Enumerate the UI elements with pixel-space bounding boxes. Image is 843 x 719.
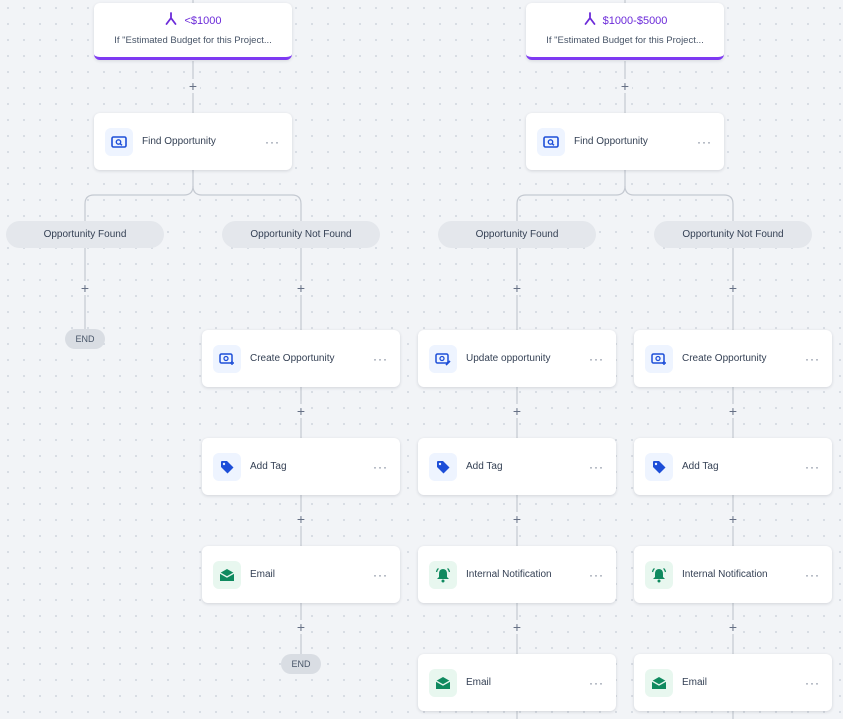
condition-opportunity-not-found[interactable]: Opportunity Not Found <box>222 221 380 248</box>
add-tag-node[interactable]: Add Tag ··· <box>634 438 832 495</box>
end-marker: END <box>65 329 105 349</box>
end-marker: END <box>281 654 321 674</box>
more-options-icon[interactable]: ··· <box>589 460 604 474</box>
branch-node-1000-5000[interactable]: $1000-$5000 If "Estimated Budget for thi… <box>526 3 724 60</box>
add-step-button[interactable]: + <box>186 79 200 93</box>
email-icon <box>429 668 457 697</box>
add-step-button[interactable]: + <box>726 620 740 634</box>
more-options-icon[interactable]: ··· <box>373 460 388 474</box>
update-opportunity-node[interactable]: Update opportunity ··· <box>418 330 616 387</box>
node-label: Add Tag <box>682 461 719 472</box>
branch-node-under-1000[interactable]: <$1000 If "Estimated Budget for this Pro… <box>94 3 292 60</box>
create-opportunity-node[interactable]: Create Opportunity ··· <box>202 330 400 387</box>
more-options-icon[interactable]: ··· <box>373 352 388 366</box>
email-node[interactable]: Email ··· <box>634 654 832 711</box>
email-node[interactable]: Email ··· <box>202 546 400 603</box>
node-label: Internal Notification <box>466 569 552 580</box>
add-step-button[interactable]: + <box>726 281 740 295</box>
add-step-button[interactable]: + <box>726 512 740 526</box>
email-node[interactable]: Email ··· <box>418 654 616 711</box>
more-options-icon[interactable]: ··· <box>589 352 604 366</box>
more-options-icon[interactable]: ··· <box>805 352 820 366</box>
more-options-icon[interactable]: ··· <box>805 460 820 474</box>
add-step-button[interactable]: + <box>294 281 308 295</box>
tag-icon <box>213 452 241 481</box>
node-label: Email <box>250 569 276 580</box>
more-options-icon[interactable]: ··· <box>589 568 604 582</box>
node-label: Add Tag <box>466 461 503 472</box>
tag-icon <box>645 452 673 481</box>
node-label: Internal Notification <box>682 569 768 580</box>
more-options-icon[interactable]: ··· <box>805 676 820 690</box>
create-opportunity-icon <box>213 344 241 373</box>
internal-notification-node[interactable]: Internal Notification ··· <box>634 546 832 603</box>
bell-icon <box>645 560 673 589</box>
create-opportunity-icon <box>645 344 673 373</box>
node-label: Add Tag <box>250 461 287 472</box>
more-options-icon[interactable]: ··· <box>697 135 712 149</box>
node-label: Find Opportunity <box>574 136 648 147</box>
node-label: Create Opportunity <box>682 353 767 364</box>
create-opportunity-node[interactable]: Create Opportunity ··· <box>634 330 832 387</box>
add-step-button[interactable]: + <box>726 404 740 418</box>
more-options-icon[interactable]: ··· <box>589 676 604 690</box>
branch-icon <box>164 12 178 29</box>
branch-icon <box>583 12 597 29</box>
workflow-canvas[interactable]: <$1000 If "Estimated Budget for this Pro… <box>0 0 843 719</box>
branch-title: <$1000 <box>184 14 222 27</box>
more-options-icon[interactable]: ··· <box>805 568 820 582</box>
node-label: Create Opportunity <box>250 353 335 364</box>
add-step-button[interactable]: + <box>78 281 92 295</box>
find-opportunity-node[interactable]: Find Opportunity ··· <box>526 113 724 170</box>
email-icon <box>645 668 673 697</box>
tag-icon <box>429 452 457 481</box>
condition-opportunity-not-found[interactable]: Opportunity Not Found <box>654 221 812 248</box>
find-opportunity-icon <box>537 127 565 156</box>
add-step-button[interactable]: + <box>618 79 632 93</box>
email-icon <box>213 560 241 589</box>
branch-condition: If "Estimated Budget for this Project... <box>546 35 704 46</box>
node-label: Email <box>682 677 708 688</box>
update-opportunity-icon <box>429 344 457 373</box>
branch-title: $1000-$5000 <box>602 14 668 27</box>
more-options-icon[interactable]: ··· <box>373 568 388 582</box>
find-opportunity-icon <box>105 127 133 156</box>
internal-notification-node[interactable]: Internal Notification ··· <box>418 546 616 603</box>
add-step-button[interactable]: + <box>510 512 524 526</box>
bell-icon <box>429 560 457 589</box>
add-tag-node[interactable]: Add Tag ··· <box>202 438 400 495</box>
node-label: Email <box>466 677 492 688</box>
find-opportunity-node[interactable]: Find Opportunity ··· <box>94 113 292 170</box>
add-step-button[interactable]: + <box>294 512 308 526</box>
add-tag-node[interactable]: Add Tag ··· <box>418 438 616 495</box>
add-step-button[interactable]: + <box>510 620 524 634</box>
add-step-button[interactable]: + <box>510 281 524 295</box>
branch-condition: If "Estimated Budget for this Project... <box>114 35 272 46</box>
add-step-button[interactable]: + <box>294 404 308 418</box>
add-step-button[interactable]: + <box>294 620 308 634</box>
node-label: Update opportunity <box>466 353 551 364</box>
node-label: Find Opportunity <box>142 136 216 147</box>
condition-opportunity-found[interactable]: Opportunity Found <box>6 221 164 248</box>
more-options-icon[interactable]: ··· <box>265 135 280 149</box>
add-step-button[interactable]: + <box>510 404 524 418</box>
condition-opportunity-found[interactable]: Opportunity Found <box>438 221 596 248</box>
